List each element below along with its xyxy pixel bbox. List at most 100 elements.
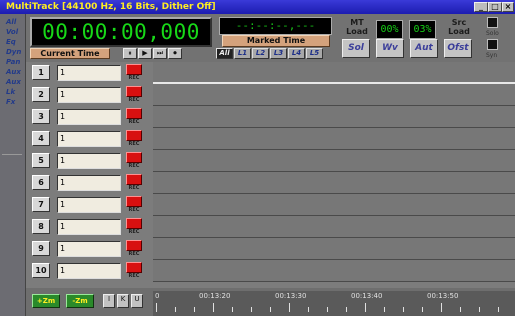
pause-button[interactable]: ⏸	[123, 48, 137, 59]
track-lane[interactable]	[153, 84, 515, 106]
track-rec-button[interactable]	[126, 86, 142, 97]
locator-l5-button[interactable]: L5	[306, 48, 323, 59]
track-number-button[interactable]: 5	[32, 153, 50, 168]
track-number-button[interactable]: 10	[32, 263, 50, 278]
wv-button[interactable]: Wv	[376, 39, 404, 58]
track-rec-button[interactable]	[126, 108, 142, 119]
track-lane[interactable]	[153, 216, 515, 238]
ofst-button[interactable]: Ofst	[444, 39, 472, 58]
track-number-button[interactable]: 7	[32, 197, 50, 212]
sidebar-item-aux2[interactable]: Aux	[6, 78, 21, 86]
solo-label: Solo	[486, 30, 499, 37]
track-rec-button[interactable]	[126, 196, 142, 207]
track-lane[interactable]	[153, 172, 515, 194]
track-lane[interactable]	[153, 194, 515, 216]
ruler-tick	[460, 307, 461, 312]
track-name-input[interactable]: 1	[57, 131, 121, 147]
track-lane[interactable]	[153, 128, 515, 150]
mt-load-meter: 00%	[376, 20, 403, 39]
zoom-out-button[interactable]: -Zm	[66, 294, 94, 308]
bracket-tool-icon[interactable]: K	[117, 294, 129, 308]
locator-l1-button[interactable]: L1	[234, 48, 251, 59]
sidebar: All Vol Eq Dyn Pan Aux Aux Lk Fx	[0, 14, 26, 316]
track-rec-button[interactable]	[126, 174, 142, 185]
track-name-input[interactable]: 1	[57, 241, 121, 257]
track-rec-label: REC	[128, 141, 140, 147]
close-button[interactable]: ×	[502, 2, 514, 12]
maximize-button[interactable]: □	[488, 2, 502, 12]
zoom-in-button[interactable]: +Zm	[32, 294, 60, 308]
track-name-input[interactable]: 1	[57, 197, 121, 213]
track-number-button[interactable]: 6	[32, 175, 50, 190]
track-lane[interactable]	[153, 62, 515, 84]
track-row: 2 1 REC	[26, 84, 515, 106]
track-name-input[interactable]: 1	[57, 153, 121, 169]
track-row: 3 1 REC	[26, 106, 515, 128]
sidebar-item-eq[interactable]: Eq	[6, 38, 16, 46]
sidebar-item-dyn[interactable]: Dyn	[6, 48, 21, 56]
sync-checkbox[interactable]	[487, 39, 498, 50]
time-ruler[interactable]: 0 00:13:20 00:13:30 00:13:40 00:13:50	[153, 291, 515, 316]
ruler-tick	[194, 307, 195, 312]
sidebar-item-vol[interactable]: Vol	[6, 28, 18, 36]
track-lane[interactable]	[153, 238, 515, 260]
track-rec-button[interactable]	[126, 152, 142, 163]
track-rec-button[interactable]	[126, 218, 142, 229]
track-rec-label: REC	[128, 229, 140, 235]
multitrack-window: All Vol Eq Dyn Pan Aux Aux Lk Fx 00:00:0…	[0, 14, 515, 316]
sync-label: Syn	[486, 52, 498, 59]
solo-checkbox[interactable]	[487, 17, 498, 28]
sol-button[interactable]: Sol	[342, 39, 370, 58]
track-name-input[interactable]: 1	[57, 219, 121, 235]
track-rec-button[interactable]	[126, 64, 142, 75]
ruler-tick	[365, 303, 366, 312]
track-rec-button[interactable]	[126, 130, 142, 141]
locator-all-button[interactable]: All	[216, 48, 233, 59]
track-rec-button[interactable]	[126, 240, 142, 251]
src-load-label: Src Load	[444, 18, 474, 36]
track-name-input[interactable]: 1	[57, 109, 121, 125]
ruler-tick	[308, 307, 309, 312]
ruler-tick	[498, 307, 499, 312]
track-name-input[interactable]: 1	[57, 65, 121, 81]
loop-tool-icon[interactable]: U	[131, 294, 143, 308]
aut-button[interactable]: Aut	[410, 39, 438, 58]
sidebar-item-pan[interactable]: Pan	[6, 58, 20, 66]
locator-l3-button[interactable]: L3	[270, 48, 287, 59]
record-button[interactable]: ⏺	[168, 48, 182, 59]
minimize-button[interactable]: _	[474, 2, 488, 12]
track-rec-label: REC	[128, 119, 140, 125]
marked-time-label: Marked Time	[222, 35, 330, 47]
track-number-button[interactable]: 9	[32, 241, 50, 256]
ruler-tick	[175, 307, 176, 312]
sidebar-item-fx[interactable]: Fx	[6, 98, 15, 106]
track-lane[interactable]	[153, 106, 515, 128]
ruler-tick	[289, 303, 290, 312]
track-lane[interactable]	[153, 260, 515, 282]
mt-load-label-line2: Load	[346, 27, 368, 36]
track-rec-button[interactable]	[126, 262, 142, 273]
skip-button[interactable]: ⏭	[153, 48, 167, 59]
sidebar-item-all[interactable]: All	[6, 18, 16, 26]
ruler-tick	[327, 307, 328, 312]
track-name-input[interactable]: 1	[57, 263, 121, 279]
track-name-input[interactable]: 1	[57, 87, 121, 103]
sidebar-item-aux1[interactable]: Aux	[6, 68, 21, 76]
track-number-button[interactable]: 2	[32, 87, 50, 102]
track-number-button[interactable]: 4	[32, 131, 50, 146]
sidebar-item-lk[interactable]: Lk	[6, 88, 15, 96]
play-button[interactable]: ▶	[138, 48, 152, 59]
ruler-tick	[422, 307, 423, 312]
cursor-tool-icon[interactable]: I	[103, 294, 115, 308]
track-number-button[interactable]: 3	[32, 109, 50, 124]
track-number-button[interactable]: 1	[32, 65, 50, 80]
src-load-label-line1: Src	[451, 18, 467, 27]
locator-l4-button[interactable]: L4	[288, 48, 305, 59]
track-number-button[interactable]: 8	[32, 219, 50, 234]
track-name-input[interactable]: 1	[57, 175, 121, 191]
ruler-label: 00:13:30	[275, 292, 307, 300]
ruler-tick	[251, 307, 252, 312]
mt-load-label-line1: MT	[350, 18, 364, 27]
locator-l2-button[interactable]: L2	[252, 48, 269, 59]
track-lane[interactable]	[153, 150, 515, 172]
